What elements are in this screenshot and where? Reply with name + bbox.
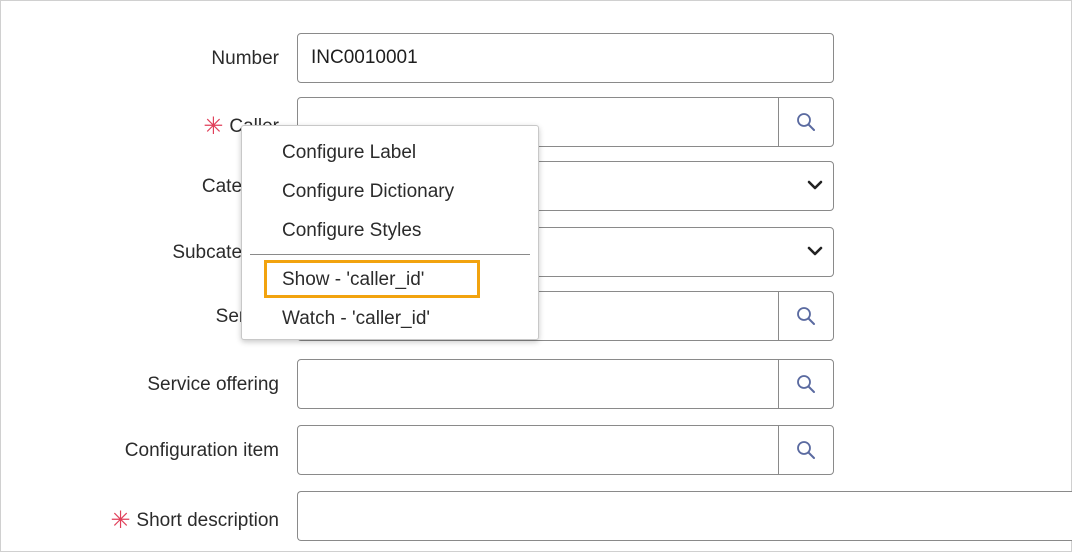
menu-item-show-caller-id[interactable]: Show - 'caller_id' [282,269,424,291]
service-offering-lookup-button[interactable] [778,360,833,408]
caller-lookup-button[interactable] [778,98,833,146]
field-context-menu: Configure Label Configure Dictionary Con… [241,125,539,340]
service-offering-field[interactable] [297,359,834,409]
number-value: INC0010001 [311,47,418,68]
search-icon [797,375,815,393]
search-icon [797,113,815,131]
configuration-item-lookup-button[interactable] [778,426,833,474]
required-icon: ✳ [110,507,131,534]
menu-item-configure-label[interactable]: Configure Label [282,142,416,164]
configuration-item-label: Configuration item [124,440,279,461]
search-icon [797,307,815,325]
configuration-item-input[interactable] [298,426,779,474]
short-description-label-text: Short description [136,510,279,531]
menu-item-watch-caller-id[interactable]: Watch - 'caller_id' [282,308,430,330]
menu-item-configure-styles[interactable]: Configure Styles [282,220,421,242]
short-description-label: ✳ Short description [110,506,279,535]
menu-divider [250,254,530,255]
menu-item-configure-dictionary[interactable]: Configure Dictionary [282,181,454,203]
service-lookup-button[interactable] [778,292,833,340]
number-label: Number [211,48,279,69]
required-icon: ✳ [203,113,224,140]
chevron-down-icon [807,246,823,256]
service-offering-input[interactable] [298,360,779,408]
short-description-field[interactable] [297,491,1072,541]
search-icon [797,441,815,459]
number-field[interactable]: INC0010001 [297,33,834,83]
incident-form: Number INC0010001 ✳Caller Category Subca… [0,0,1072,552]
service-offering-label: Service offering [147,374,279,395]
chevron-down-icon [807,180,823,190]
configuration-item-field[interactable] [297,425,834,475]
